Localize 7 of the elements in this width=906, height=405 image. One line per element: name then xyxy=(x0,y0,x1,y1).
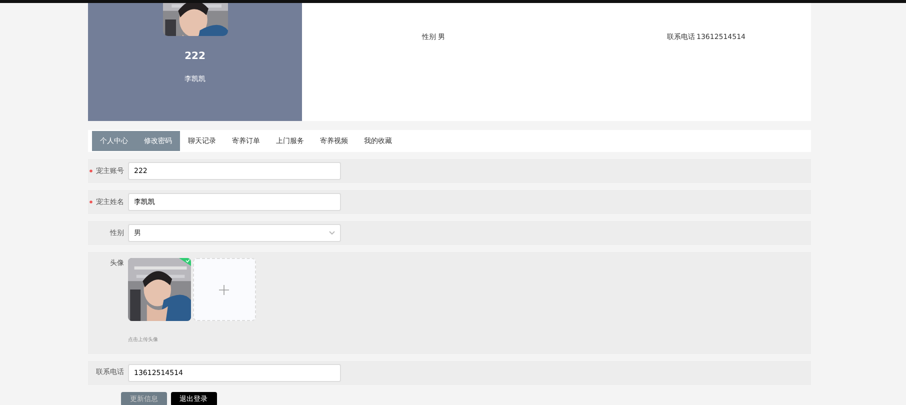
check-icon xyxy=(179,258,191,266)
caret-icon xyxy=(329,231,335,235)
required-icon xyxy=(89,168,93,173)
plus-icon xyxy=(219,284,230,294)
required-icon xyxy=(89,200,93,204)
account-number: 222 xyxy=(184,50,206,64)
upload-button[interactable] xyxy=(192,258,256,321)
